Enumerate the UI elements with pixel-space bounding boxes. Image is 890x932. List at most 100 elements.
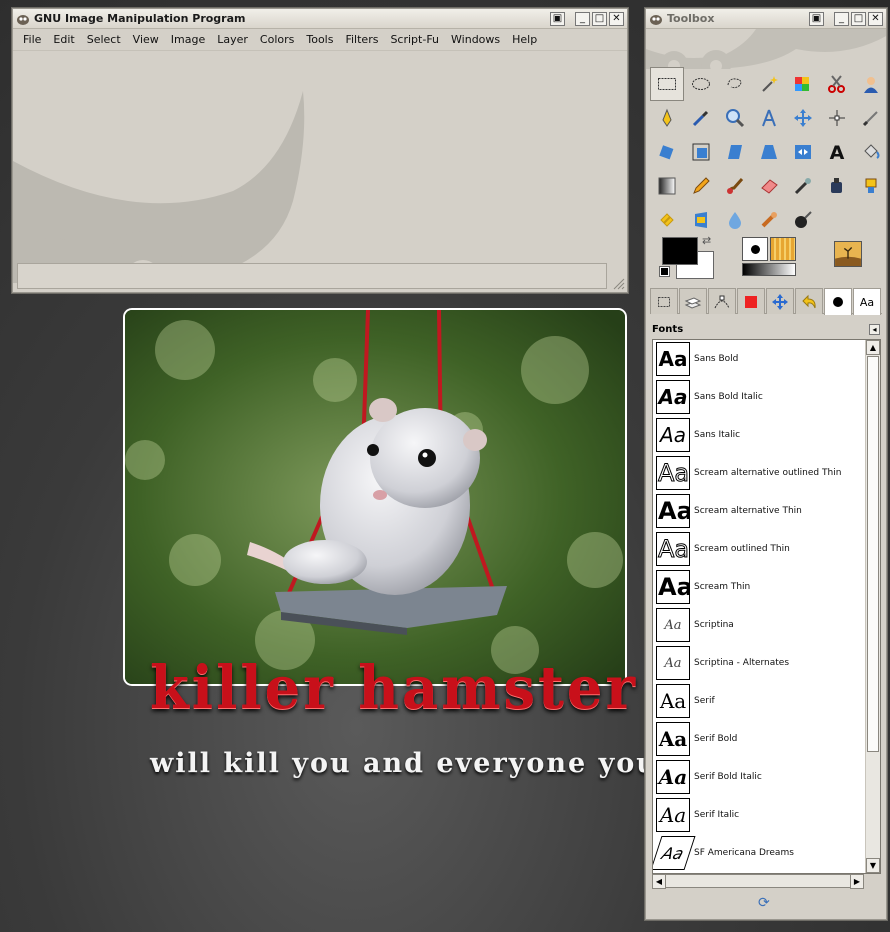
flip-icon[interactable] (786, 135, 820, 169)
menu-help[interactable]: Help (506, 33, 543, 46)
heal-icon[interactable] (650, 203, 684, 237)
menu-file[interactable]: File (17, 33, 47, 46)
font-row-scream-alt-outlined[interactable]: Aa Scream alternative outlined Thin (653, 454, 880, 492)
zoom-icon[interactable] (718, 101, 752, 135)
font-row-sans-bold[interactable]: Aa Sans Bold (653, 340, 880, 378)
scroll-left-icon[interactable]: ◀ (652, 874, 666, 889)
scale-icon[interactable] (684, 135, 718, 169)
toolbox-menu-button[interactable]: ▣ (809, 11, 824, 26)
paths-tab[interactable] (708, 288, 736, 314)
toolbox-maximize-button[interactable]: □ (851, 11, 866, 26)
font-row-serif-bold-italic[interactable]: Aa Serif Bold Italic (653, 758, 880, 796)
font-preview: Aa (656, 494, 690, 528)
font-list-vscrollbar[interactable]: ▲ ▼ (865, 340, 880, 873)
brushes-tab[interactable] (824, 288, 852, 315)
toolbox-titlebar[interactable]: Toolbox ▣ _ □ ✕ (646, 9, 886, 29)
font-row-scream-thin[interactable]: Aa Scream Thin (653, 568, 880, 606)
text-icon[interactable]: A (820, 135, 854, 169)
fuzzy-select-icon[interactable] (752, 67, 786, 101)
blur-icon[interactable] (718, 203, 752, 237)
fonts-tab[interactable]: Aa (853, 288, 881, 315)
menu-edit[interactable]: Edit (47, 33, 80, 46)
clone-icon[interactable] (854, 169, 888, 203)
font-row-sans-bold-italic[interactable]: Aa Sans Bold Italic (653, 378, 880, 416)
window-menu-button[interactable]: ▣ (550, 11, 565, 26)
active-brush-indicator[interactable] (742, 237, 768, 261)
status-bar (17, 263, 607, 289)
channels-tab[interactable] (737, 288, 765, 314)
menu-view[interactable]: View (127, 33, 165, 46)
font-row-sf-americana-dreams[interactable]: Aa SF Americana Dreams (653, 834, 880, 872)
active-pattern-indicator[interactable] (770, 237, 796, 261)
menu-layer[interactable]: Layer (211, 33, 254, 46)
gimp-logo-icon (17, 14, 29, 25)
menu-tools[interactable]: Tools (300, 33, 339, 46)
measure-icon[interactable] (752, 101, 786, 135)
ink-icon[interactable] (820, 169, 854, 203)
font-row-serif-bold[interactable]: Aa Serif Bold (653, 720, 880, 758)
smudge-icon[interactable] (752, 203, 786, 237)
bucket-fill-icon[interactable] (854, 135, 888, 169)
menu-colors[interactable]: Colors (254, 33, 300, 46)
select-by-color-icon[interactable] (786, 67, 820, 101)
font-row-scream-alt[interactable]: Aa Scream alternative Thin (653, 492, 880, 530)
eraser-icon[interactable] (752, 169, 786, 203)
foreground-select-icon[interactable] (854, 67, 888, 101)
font-row-serif-italic[interactable]: Aa Serif Italic (653, 796, 880, 834)
font-list-hscrollbar[interactable]: ◀ ▶ (652, 874, 864, 889)
active-image-indicator[interactable] (834, 241, 862, 267)
menu-filters[interactable]: Filters (339, 33, 384, 46)
rect-select-icon[interactable] (650, 67, 684, 101)
perspective-clone-icon[interactable] (684, 203, 718, 237)
paths-icon[interactable] (650, 101, 684, 135)
blend-icon[interactable] (650, 169, 684, 203)
scroll-up-icon[interactable]: ▲ (866, 340, 880, 355)
perspective-icon[interactable] (752, 135, 786, 169)
tool-options-tab[interactable] (650, 288, 678, 314)
panel-menu-button[interactable]: ◂ (869, 323, 880, 335)
scroll-down-icon[interactable]: ▼ (866, 858, 880, 873)
crop-icon[interactable] (854, 101, 888, 135)
menu-windows[interactable]: Windows (445, 33, 506, 46)
font-row-scream-outlined[interactable]: Aa Scream outlined Thin (653, 530, 880, 568)
active-gradient-indicator[interactable] (742, 263, 796, 276)
empty-image-area[interactable] (13, 51, 627, 283)
scroll-right-icon[interactable]: ▶ (850, 874, 864, 889)
font-name: Scriptina - Alternates (694, 658, 790, 668)
foreground-color-swatch[interactable] (662, 237, 698, 265)
font-row-scriptina[interactable]: Aa Scriptina (653, 606, 880, 644)
main-titlebar[interactable]: GNU Image Manipulation Program ▣ _ □ ✕ (13, 9, 627, 29)
free-select-icon[interactable] (718, 67, 752, 101)
maximize-button[interactable]: □ (592, 11, 607, 26)
close-button[interactable]: ✕ (609, 11, 624, 26)
menu-script-fu[interactable]: Script-Fu (384, 33, 445, 46)
refresh-fonts-icon[interactable]: ⟳ (758, 895, 770, 911)
shear-icon[interactable] (718, 135, 752, 169)
undo-tab[interactable] (795, 288, 823, 314)
font-row-serif[interactable]: Aa Serif (653, 682, 880, 720)
ellipse-select-icon[interactable] (684, 67, 718, 101)
airbrush-icon[interactable] (786, 169, 820, 203)
toolbox-minimize-button[interactable]: _ (834, 11, 849, 26)
toolbox-close-button[interactable]: ✕ (868, 11, 883, 26)
menu-select[interactable]: Select (81, 33, 127, 46)
dodge-burn-icon[interactable] (786, 203, 820, 237)
layers-tab[interactable] (679, 288, 707, 314)
minimize-button[interactable]: _ (575, 11, 590, 26)
move-icon[interactable] (786, 101, 820, 135)
menu-image[interactable]: Image (165, 33, 211, 46)
align-icon[interactable] (820, 101, 854, 135)
font-list-scroll-thumb[interactable] (867, 356, 879, 752)
swap-colors-icon[interactable]: ⇄ (702, 234, 711, 247)
paintbrush-icon[interactable] (718, 169, 752, 203)
scissors-icon[interactable] (820, 67, 854, 101)
font-row-sans-italic[interactable]: Aa Sans Italic (653, 416, 880, 454)
navigation-tab[interactable] (766, 288, 794, 314)
font-row-scriptina-alternates[interactable]: Aa Scriptina - Alternates (653, 644, 880, 682)
color-picker-icon[interactable] (684, 101, 718, 135)
reset-colors-icon[interactable] (659, 266, 670, 277)
pencil-icon[interactable] (684, 169, 718, 203)
font-preview: Aa (656, 798, 690, 832)
resize-grip-icon[interactable] (611, 276, 625, 290)
rotate-icon[interactable] (650, 135, 684, 169)
